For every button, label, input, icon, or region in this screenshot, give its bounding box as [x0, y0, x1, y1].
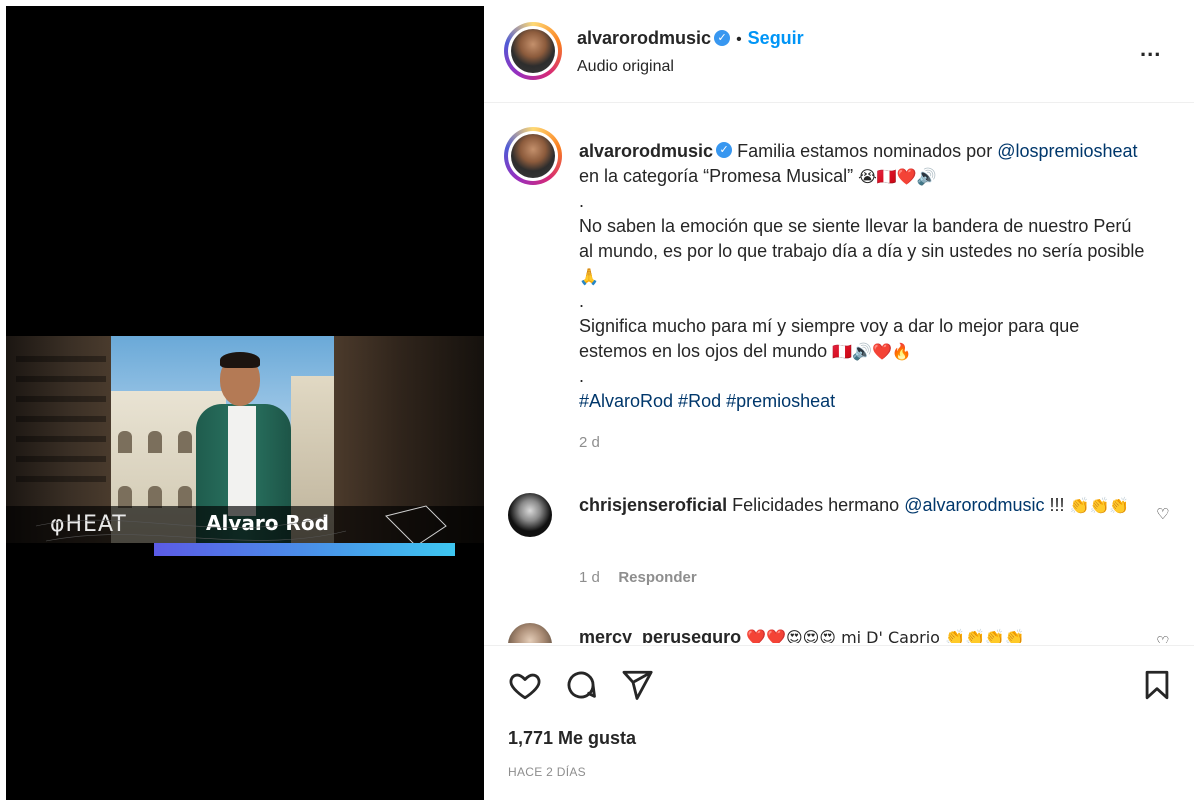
follow-button[interactable]: Seguir: [748, 28, 804, 48]
comment-body: chrisjenseroficial Felicidades hermano @…: [579, 493, 1139, 518]
verified-icon: ✓: [716, 142, 733, 159]
post-time[interactable]: HACE 2 DÍAS: [508, 765, 586, 779]
comment-time[interactable]: 1 d: [579, 569, 600, 586]
reply-button[interactable]: Responder: [618, 569, 696, 586]
comment-username-2[interactable]: mercy_peruseguro: [579, 627, 741, 643]
post-media[interactable]: φHEAT Alvaro Rod: [6, 6, 484, 800]
likes-count[interactable]: 1,771 Me gusta: [508, 728, 636, 749]
comment-text: Felicidades hermano: [732, 495, 905, 515]
caption-dot-1: .: [579, 191, 585, 211]
author-avatar[interactable]: [504, 22, 562, 80]
bookmark-icon[interactable]: [1140, 668, 1174, 702]
instagram-post-window: φHEAT Alvaro Rod alvarorodmusic ✓ • Seguir …: [0, 0, 1200, 800]
comment-icon[interactable]: [564, 668, 598, 702]
caption-paragraph-2: No saben la emoción que se siente llevar…: [579, 216, 1145, 261]
comment-text-2: ❤️❤️😍😍😍 mi D' Caprio 👏👏👏👏: [746, 628, 1025, 643]
header-username[interactable]: alvarorodmusic: [577, 28, 711, 48]
audio-label[interactable]: Audio original: [577, 58, 674, 76]
share-icon[interactable]: [620, 668, 654, 702]
caption-dot-2: .: [579, 291, 585, 311]
comment-like-heart-icon[interactable]: ♡: [1156, 505, 1169, 523]
post-header: alvarorodmusic ✓ • Seguir Audio original ..…: [484, 0, 1194, 103]
heart-icon[interactable]: [508, 668, 542, 702]
comment-body-2: mercy_peruseguro ❤️❤️😍😍😍 mi D' Caprio 👏👏…: [579, 625, 1139, 643]
caption-emoji-3: 🇵🇪🔊❤️🔥: [832, 342, 912, 361]
caption-time[interactable]: 2 d: [579, 430, 1149, 455]
window-edge-right: [1194, 0, 1200, 800]
comment-avatar[interactable]: [508, 493, 552, 537]
more-options-icon[interactable]: ...: [1140, 36, 1161, 62]
video-person-hair: [220, 352, 260, 368]
comment-text-after: !!!: [1044, 495, 1070, 515]
action-bar: 1,771 Me gusta HACE 2 DÍAS: [484, 645, 1194, 801]
caption-hashtags[interactable]: #AlvaroRod #Rod #premiosheat: [579, 389, 1149, 414]
comment-avatar-2[interactable]: [508, 623, 552, 643]
caption-body: alvarorodmusic ✓ Familia estamos nominado…: [579, 139, 1149, 455]
caption-text-2: en la categoría “Promesa Musical”: [579, 166, 859, 186]
caption-paragraph-3: Significa mucho para mí y siempre voy a …: [579, 316, 1080, 361]
caption-emoji-pray: 🙏: [579, 267, 599, 286]
comment-username[interactable]: chrisjenseroficial: [579, 495, 727, 515]
comment-like-heart-icon-2[interactable]: ♡: [1156, 633, 1169, 643]
comment-emojis: 👏👏👏: [1069, 496, 1130, 515]
header-title-row: alvarorodmusic ✓ • Seguir: [577, 28, 804, 49]
caption-dot-3: .: [579, 366, 585, 386]
comment-meta: 1 d Responder: [579, 569, 697, 587]
caption-emoji-1: 😭🇵🇪❤️🔊: [858, 167, 937, 186]
caption-avatar[interactable]: [504, 127, 562, 185]
comment-mention[interactable]: @alvarorodmusic: [904, 495, 1044, 515]
mention-link[interactable]: @lospremiosheat: [997, 141, 1137, 161]
header-separator: •: [736, 31, 742, 48]
caption-text-1: Familia estamos nominados por: [737, 141, 993, 161]
verified-icon: ✓: [714, 29, 731, 46]
video-blue-bar: [154, 543, 455, 556]
caption-username[interactable]: alvarorodmusic: [579, 141, 713, 161]
post-panel: alvarorodmusic ✓ • Seguir Audio original ..…: [484, 0, 1194, 800]
comments-section[interactable]: alvarorodmusic ✓ Familia estamos nominado…: [484, 103, 1194, 643]
